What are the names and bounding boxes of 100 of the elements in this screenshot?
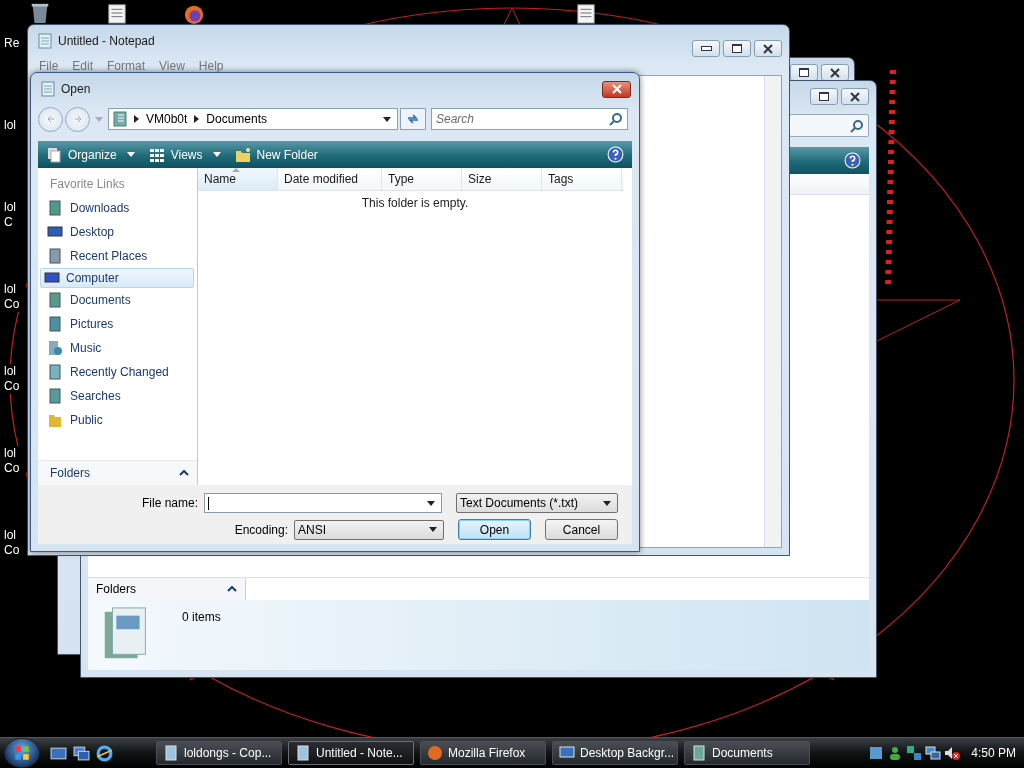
- favorite-link[interactable]: Desktop: [40, 220, 194, 244]
- dialog-button[interactable]: Open: [458, 519, 531, 540]
- column-header[interactable]: Tags: [542, 168, 622, 190]
- favorite-link[interactable]: Recently Changed: [40, 360, 194, 384]
- documents-icon: [47, 292, 63, 308]
- breadcrumb-arrow-icon[interactable]: [134, 115, 139, 123]
- column-header[interactable]: Type: [382, 168, 462, 190]
- scrollbar[interactable]: [764, 76, 781, 547]
- dialog-title: Open: [61, 82, 91, 96]
- search-field[interactable]: [789, 114, 869, 137]
- toolbar-button[interactable]: Views: [148, 146, 221, 163]
- taskbar-button[interactable]: Untitled - Note...: [288, 741, 414, 765]
- breadcrumb[interactable]: Documents: [206, 112, 268, 126]
- favorite-link[interactable]: Music: [40, 336, 194, 360]
- taskbar-button[interactable]: Documents: [684, 741, 810, 765]
- dropdown-caret-icon[interactable]: [383, 116, 391, 122]
- taskbar-button[interactable]: Desktop Backgr...: [552, 741, 678, 765]
- empty-message: This folder is empty.: [361, 196, 469, 210]
- menu-item[interactable]: Edit: [72, 59, 94, 73]
- refresh-button[interactable]: [400, 108, 426, 130]
- dialog-button[interactable]: Cancel: [545, 519, 618, 540]
- desktop-icon: [47, 224, 63, 240]
- breadcrumb-arrow-icon[interactable]: [194, 115, 200, 123]
- favorite-link[interactable]: Downloads: [40, 196, 194, 220]
- encoding-label: Encoding:: [233, 522, 288, 537]
- favorite-link[interactable]: Documents: [40, 288, 194, 312]
- browser-icon[interactable]: [96, 744, 113, 762]
- menu-item[interactable]: Help: [198, 59, 224, 73]
- toolbar-button[interactable]: Organize: [46, 146, 135, 163]
- folders-bar[interactable]: Folders: [38, 460, 197, 485]
- file-name-field[interactable]: [204, 493, 442, 513]
- searches-icon: [47, 388, 63, 404]
- start-button[interactable]: [4, 738, 40, 768]
- switch-windows-icon[interactable]: [73, 744, 90, 762]
- window-title: Untitled - Notepad: [58, 34, 155, 48]
- tray-icon[interactable]: [868, 745, 885, 761]
- muted-speaker-icon[interactable]: [944, 745, 961, 761]
- column-header[interactable]: Name: [198, 168, 278, 190]
- help-icon[interactable]: [844, 152, 861, 169]
- column-header[interactable]: Date modified: [278, 168, 382, 190]
- notepad-icon: [163, 745, 179, 761]
- search-icon: [609, 112, 623, 126]
- help-icon[interactable]: [607, 146, 624, 163]
- encoding-dropdown[interactable]: ANSI: [294, 519, 444, 540]
- windows-flag-icon: [13, 744, 31, 762]
- notepad-icon: [295, 745, 311, 761]
- dropdown-caret-icon: [429, 527, 437, 532]
- breadcrumb[interactable]: VM0b0t: [146, 112, 188, 126]
- address-bar[interactable]: VM0b0t Documents: [108, 108, 398, 130]
- close-button[interactable]: [754, 40, 782, 57]
- favorite-link[interactable]: Recent Places: [40, 244, 194, 268]
- close-icon: [850, 91, 860, 102]
- column-header[interactable]: Size: [462, 168, 542, 190]
- close-button[interactable]: [602, 80, 631, 98]
- menu-item[interactable]: View: [159, 59, 185, 73]
- search-icon: [850, 118, 864, 133]
- item-count: 0 items: [182, 610, 221, 624]
- file-name-label: File name:: [140, 496, 198, 510]
- dropdown-caret-icon: [603, 500, 611, 506]
- back-arrow-icon: [45, 114, 56, 124]
- notepad-icon: [40, 81, 56, 97]
- refresh-icon: [406, 112, 420, 126]
- menu-item[interactable]: Format: [107, 59, 146, 73]
- chevron-up-icon: [227, 586, 237, 592]
- close-icon: [763, 43, 773, 54]
- favorite-link[interactable]: Searches: [40, 384, 194, 408]
- recently-changed-icon: [47, 364, 63, 380]
- maximize-button[interactable]: [723, 40, 751, 57]
- favorite-link[interactable]: Pictures: [40, 312, 194, 336]
- favorite-link[interactable]: Computer: [40, 268, 194, 288]
- menu-item[interactable]: File: [39, 59, 59, 73]
- caret-icon: [212, 152, 221, 157]
- toolbar-button[interactable]: New Folder: [234, 146, 318, 163]
- desktop-icon-label[interactable]: lol Co: [4, 446, 26, 476]
- library-icon: [113, 111, 127, 127]
- text-file-icon[interactable]: [574, 2, 598, 24]
- taskbar-button[interactable]: loldongs - Cop...: [156, 741, 282, 765]
- search-field[interactable]: Search: [431, 108, 628, 130]
- desktop-icon-label[interactable]: lol Co: [4, 282, 26, 312]
- organize-icon: [46, 146, 62, 163]
- computer-icon: [44, 270, 60, 286]
- favorite-link[interactable]: Public: [40, 408, 194, 432]
- music-icon: [47, 340, 63, 356]
- maximize-button[interactable]: [810, 88, 838, 105]
- minimize-button[interactable]: [692, 40, 720, 57]
- network-icon[interactable]: [925, 745, 942, 761]
- close-button[interactable]: [841, 88, 869, 105]
- clock[interactable]: 4:50 PM: [971, 746, 1016, 760]
- taskbar-button[interactable]: Mozilla Firefox: [420, 741, 546, 765]
- file-type-dropdown[interactable]: Text Documents (*.txt): [456, 493, 618, 513]
- dropdown-caret-icon: [427, 500, 435, 506]
- text-file-icon[interactable]: [105, 2, 129, 24]
- new-folder-icon: [234, 146, 251, 163]
- section-heading: Favorite Links: [49, 177, 126, 191]
- notepad-icon: [37, 33, 53, 49]
- downloads-icon: [47, 200, 63, 216]
- tray-icon[interactable]: [906, 745, 923, 761]
- folders-bar[interactable]: Folders: [88, 578, 246, 600]
- close-icon: [611, 84, 622, 94]
- folders-label: Folders: [50, 466, 90, 480]
